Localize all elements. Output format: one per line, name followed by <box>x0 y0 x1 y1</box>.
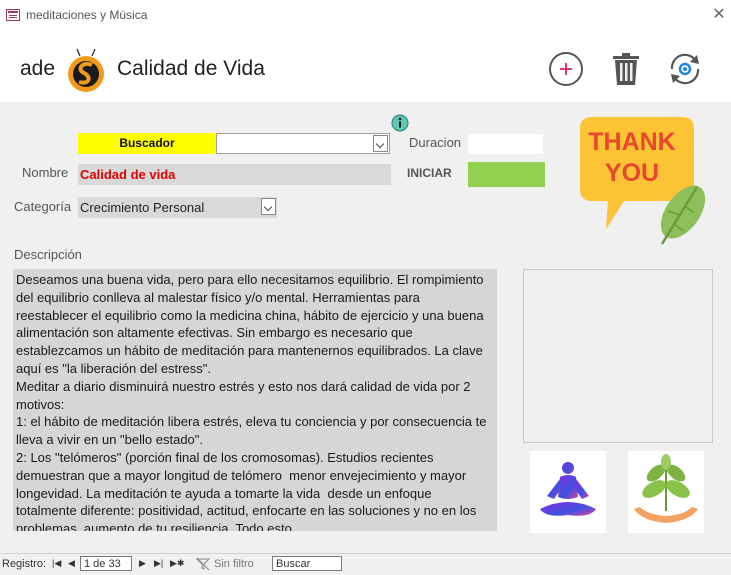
chevron-down-icon[interactable] <box>373 135 388 152</box>
search-input[interactable]: Buscar <box>272 556 342 571</box>
plant-hands-icon[interactable] <box>628 451 704 533</box>
duracion-label: Duracion <box>409 135 462 150</box>
descripcion-field[interactable]: Deseamos una buena vida, pero para ello … <box>13 269 497 531</box>
chevron-down-icon[interactable] <box>261 198 276 215</box>
descripcion-label: Descripción <box>14 247 82 262</box>
trash-icon[interactable] <box>607 50 645 88</box>
meditation-figure-icon[interactable] <box>530 451 606 533</box>
form-icon <box>6 9 20 21</box>
window-title: meditaciones y Música <box>26 8 148 22</box>
first-record-button[interactable]: |◀ <box>52 558 61 569</box>
page-title: Calidad de Vida <box>117 57 265 80</box>
registro-label: Registro: <box>2 558 47 570</box>
prev-record-button[interactable]: ◀ <box>68 558 75 569</box>
last-record-button[interactable]: ▶| <box>154 558 163 569</box>
add-button[interactable] <box>547 50 585 88</box>
categoria-value: Crecimiento Personal <box>80 200 205 215</box>
categoria-label: Categoría <box>14 199 72 214</box>
image-frame <box>523 269 713 443</box>
nombre-label: Nombre <box>22 165 69 180</box>
filter-status[interactable]: Sin filtro <box>214 558 254 570</box>
brand-text: ade <box>20 57 56 80</box>
iniciar-label: INICIAR <box>407 166 452 180</box>
new-record-button[interactable]: ▶✱ <box>170 558 184 569</box>
thank-you-line1: THANK <box>588 128 676 156</box>
info-icon[interactable] <box>391 114 409 132</box>
buscador-combo[interactable] <box>216 133 390 154</box>
record-position[interactable]: 1 de 33 <box>80 556 132 571</box>
record-navigator: Registro: |◀ ◀ 1 de 33 ▶ ▶| ▶✱ Sin filtr… <box>0 553 731 575</box>
refresh-icon[interactable] <box>666 50 704 88</box>
logo-icon <box>68 48 104 92</box>
nombre-field[interactable]: Calidad de vida <box>78 164 391 185</box>
filter-icon[interactable] <box>196 557 210 571</box>
next-record-button[interactable]: ▶ <box>139 558 146 569</box>
descripcion-text: Deseamos una buena vida, pero para ello … <box>16 272 487 531</box>
duracion-field[interactable] <box>468 134 543 154</box>
categoria-combo[interactable]: Crecimiento Personal <box>78 197 277 218</box>
thank-you-image: THANK YOU <box>580 117 706 245</box>
iniciar-button[interactable] <box>468 162 545 187</box>
close-icon[interactable]: ✕ <box>710 6 728 24</box>
buscador-label: Buscador <box>78 133 216 154</box>
thank-you-line2: YOU <box>605 159 659 187</box>
